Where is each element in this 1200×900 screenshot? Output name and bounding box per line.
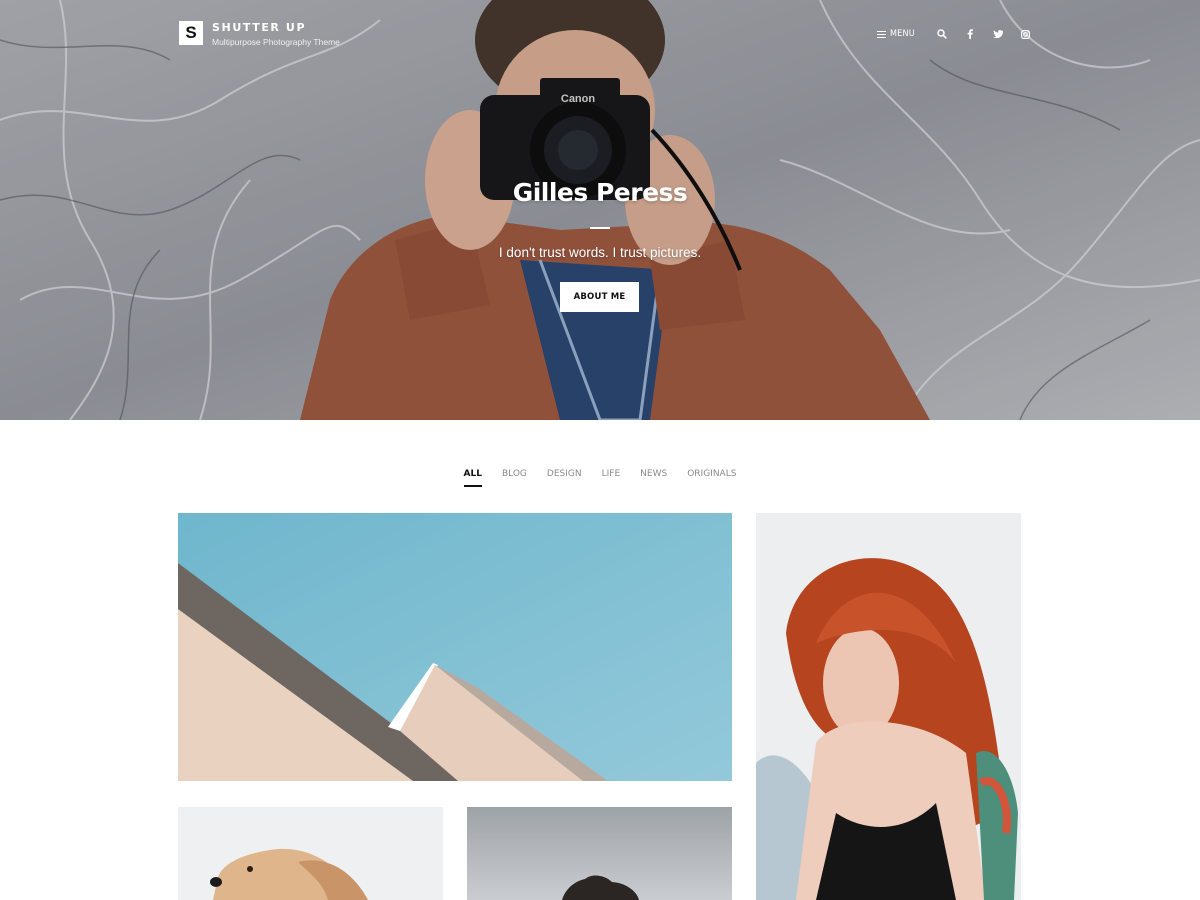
hero-divider [590,227,610,229]
filter-tab-blog[interactable]: BLOG [502,469,527,487]
portfolio-item-portrait[interactable] [756,513,1021,900]
portfolio-item-rock[interactable] [467,807,732,900]
header-nav: MENU [877,27,1033,41]
dog-photo [178,807,443,900]
site-tagline: Multipurpose Photography Theme [212,37,340,47]
portrait-photo [756,513,1021,900]
site-logo[interactable]: S SHUTTER UP Multipurpose Photography Th… [179,21,340,48]
filter-tab-design[interactable]: DESIGN [547,469,582,487]
hero-title: Gilles Peress [512,178,688,207]
logo-text: SHUTTER UP Multipurpose Photography Them… [212,21,340,48]
portfolio-item-dog[interactable] [178,807,443,900]
instagram-icon[interactable] [1019,27,1033,41]
header: S SHUTTER UP Multipurpose Photography Th… [0,0,1200,70]
hamburger-icon [877,30,886,38]
rock-photo [467,807,732,900]
filter-tab-news[interactable]: NEWS [640,469,667,487]
logo-badge: S [179,21,203,45]
twitter-icon[interactable] [991,27,1005,41]
search-icon[interactable] [935,27,949,41]
menu-button[interactable]: MENU [877,29,915,39]
hero-subtitle: I don't trust words. I trust pictures. [498,245,702,260]
filter-tab-all[interactable]: ALL [463,469,483,487]
site-title: SHUTTER UP [212,21,307,34]
about-me-button[interactable]: ABOUT ME [560,282,639,312]
portfolio-item-architecture[interactable] [178,513,732,781]
filter-tab-originals[interactable]: ORIGINALS [687,469,736,487]
facebook-icon[interactable] [963,27,977,41]
menu-label: MENU [890,29,915,39]
hero-section: Canon S SHUTTER UP Multipurpose Photogra… [0,0,1200,420]
portfolio-filter: ALL BLOG DESIGN LIFE NEWS ORIGINALS [0,469,1200,487]
filter-tab-life[interactable]: LIFE [602,469,621,487]
architecture-photo [178,513,732,781]
